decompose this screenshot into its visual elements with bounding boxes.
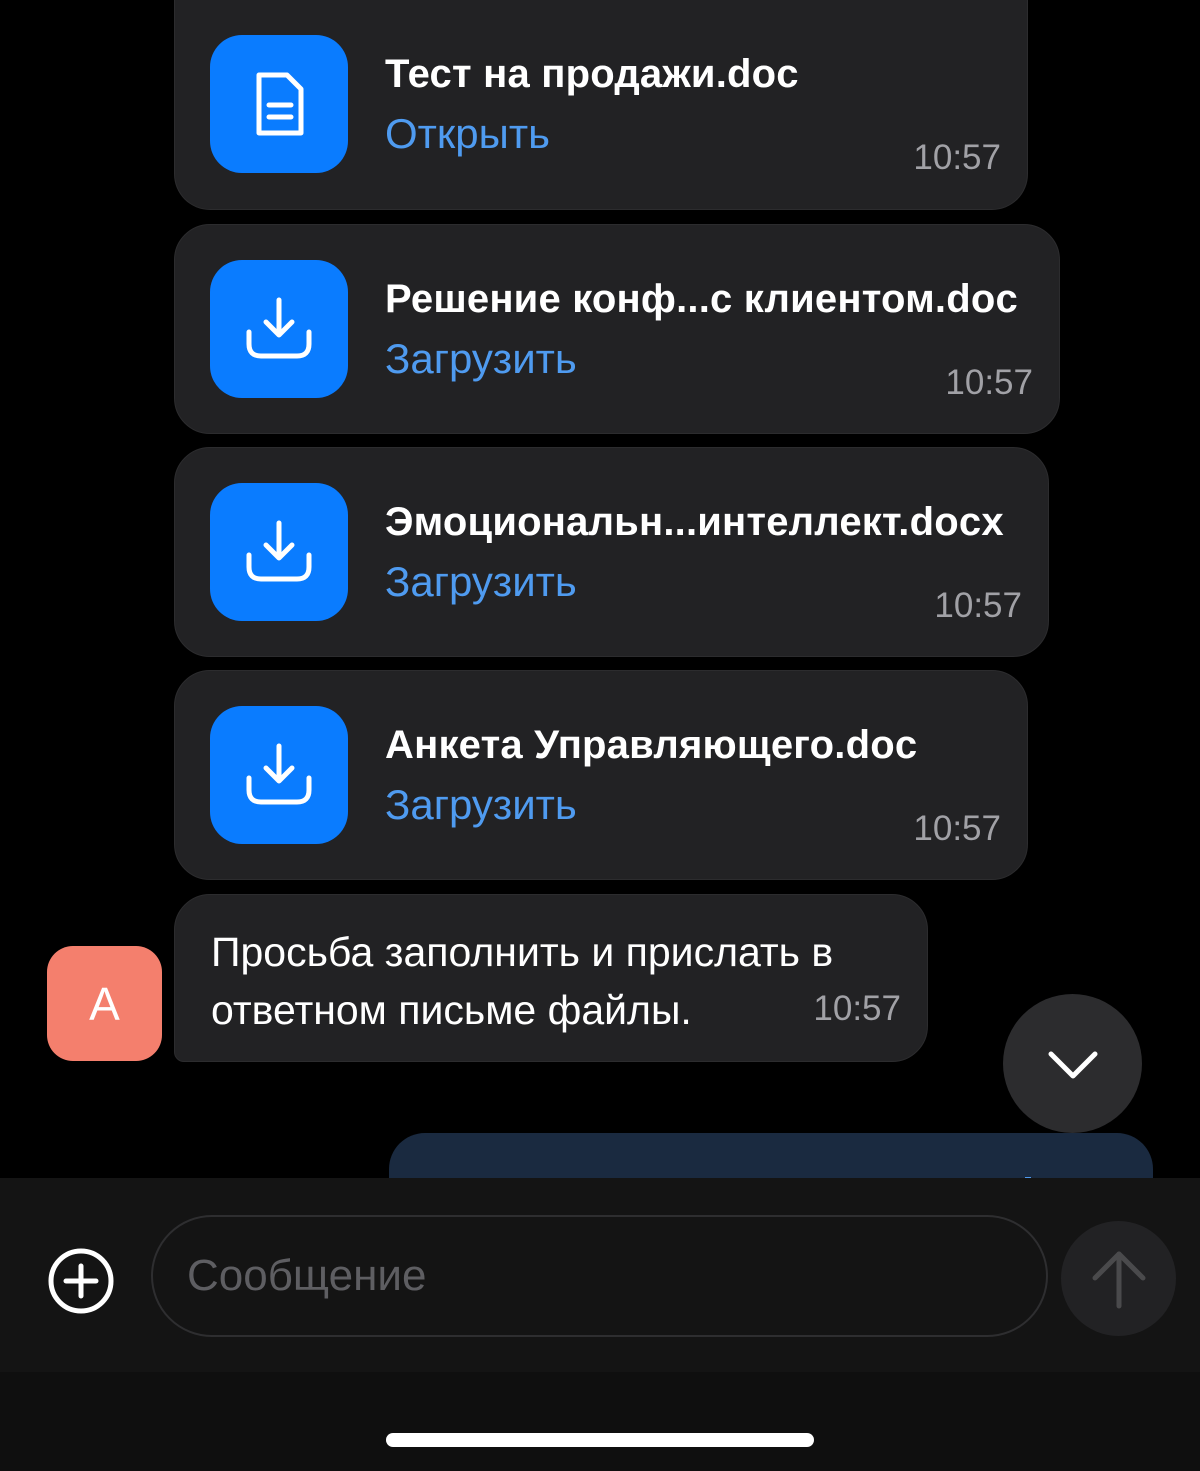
document-icon[interactable] [210, 35, 348, 173]
chat-history[interactable]: Тест на продажи.doc Открыть 10:57 Решени… [0, 0, 1200, 1178]
download-icon[interactable] [210, 260, 348, 398]
send-button[interactable] [1061, 1221, 1176, 1336]
file-name: Тест на продажи.doc [385, 52, 799, 96]
message-time: 10:57 [913, 809, 1001, 848]
download-file-link[interactable]: Загрузить [385, 558, 577, 606]
download-file-link[interactable]: Загрузить [385, 781, 577, 829]
file-message[interactable]: Анкета Управляющего.doc Загрузить 10:57 [174, 670, 1028, 880]
download-icon[interactable] [210, 706, 348, 844]
add-attachment-button[interactable] [46, 1246, 116, 1316]
scroll-down-button[interactable] [1003, 994, 1142, 1133]
file-name: Решение конф...с клиентом.doc [385, 277, 1018, 321]
file-message[interactable]: Эмоциональн...интеллект.docx Загрузить 1… [174, 447, 1049, 657]
message-input[interactable] [151, 1215, 1048, 1337]
message-text: Просьба заполнить и прислать в ответном … [211, 929, 834, 1033]
arrow-up-icon [1092, 1251, 1145, 1308]
chevron-down-icon [1048, 1051, 1097, 1078]
file-message[interactable]: Решение конф...с клиентом.doc Загрузить … [174, 224, 1060, 434]
system-bottom-bar [0, 1372, 1200, 1471]
outgoing-message[interactable] [389, 1133, 1153, 1178]
open-file-link[interactable]: Открыть [385, 110, 550, 158]
download-icon[interactable] [210, 483, 348, 621]
message-composer [0, 1178, 1200, 1372]
message-time: 10:57 [913, 138, 1001, 177]
avatar[interactable]: A [47, 946, 162, 1061]
file-name: Эмоциональн...интеллект.docx [385, 500, 1004, 544]
download-file-link[interactable]: Загрузить [385, 335, 577, 383]
plus-circle-icon [48, 1248, 114, 1314]
message-time: 10:57 [945, 363, 1033, 402]
home-indicator[interactable] [386, 1433, 814, 1447]
message-time: 10:57 [934, 586, 1022, 625]
text-message[interactable]: Просьба заполнить и прислать в ответном … [174, 894, 928, 1062]
message-time: 10:57 [813, 989, 901, 1028]
file-message[interactable]: Тест на продажи.doc Открыть 10:57 [174, 0, 1028, 210]
file-name: Анкета Управляющего.doc [385, 723, 918, 767]
